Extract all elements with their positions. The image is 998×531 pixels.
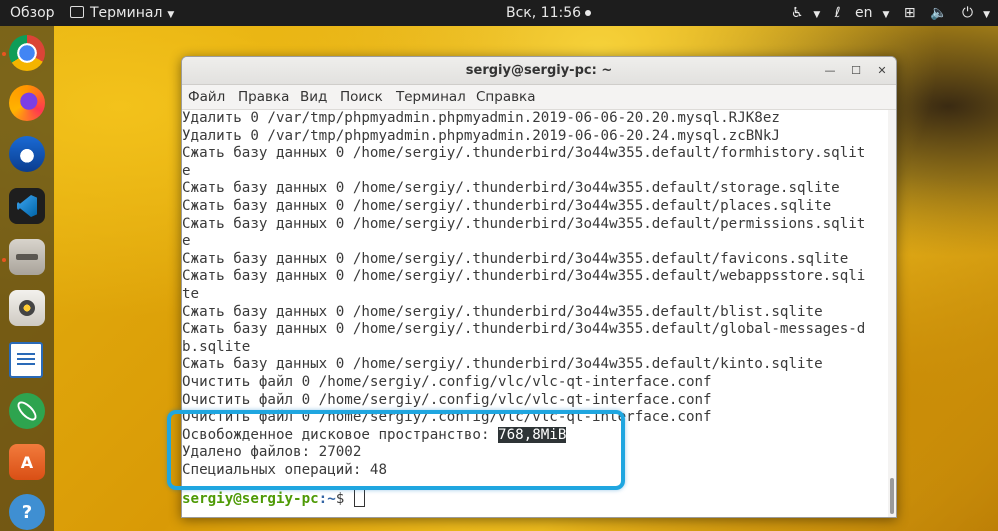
dock: ?	[0, 26, 54, 531]
power-icon[interactable]: ⏻	[962, 5, 973, 21]
menu-file[interactable]: Файл	[188, 85, 225, 109]
keyboard-input-icon[interactable]: ℓ	[835, 5, 841, 21]
terminal-line: Удалить 0 /var/tmp/phpmyadmin.phpmyadmin…	[182, 127, 780, 144]
scrollbar[interactable]	[888, 110, 896, 517]
terminal-line: Сжать базу данных 0 /home/sergiy/.thunde…	[182, 303, 823, 320]
minimize-icon[interactable]: —	[822, 63, 838, 79]
chevron-down-icon: ▼	[983, 10, 990, 20]
app-menu-button[interactable]: Терминал ▼	[70, 0, 174, 26]
terminal-line: b.sqlite	[182, 338, 251, 355]
atom-icon[interactable]	[9, 393, 45, 429]
system-tray: ♿ ▼ ℓ en ▼ ⊞ 🔈 ⏻ ▼	[781, 0, 990, 26]
volume-icon[interactable]: 🔈	[930, 5, 947, 21]
chevron-down-icon: ▼	[882, 10, 890, 20]
menu-search[interactable]: Поиск	[340, 85, 383, 109]
notification-dot-icon	[585, 10, 592, 16]
scrollbar-thumb[interactable]	[890, 478, 894, 514]
terminal-line: e	[182, 162, 191, 179]
terminal-line: Сжать базу данных 0 /home/sergiy/.thunde…	[182, 250, 849, 267]
thunderbird-icon[interactable]	[9, 136, 45, 172]
network-icon[interactable]: ⊞	[904, 5, 916, 21]
terminal-line: Сжать базу данных 0 /home/sergiy/.thunde…	[182, 180, 840, 197]
highlight-annotation-box	[167, 410, 625, 490]
terminal-line: e	[182, 233, 191, 250]
chevron-down-icon: ▼	[813, 10, 821, 20]
terminal-line: Удалить 0 /var/tmp/phpmyadmin.phpmyadmin…	[182, 110, 780, 126]
terminal-app-icon	[70, 6, 84, 18]
clock-button[interactable]: Вск, 11:56	[506, 0, 592, 26]
clock-label: Вск, 11:56	[506, 5, 582, 21]
activities-button[interactable]: Обзор	[10, 0, 55, 26]
rhythmbox-icon[interactable]	[9, 290, 45, 326]
menu-terminal[interactable]: Терминал	[396, 85, 466, 109]
app-menu-label: Терминал	[90, 5, 163, 21]
terminal-line: Сжать базу данных 0 /home/sergiy/.thunde…	[182, 145, 866, 162]
accessibility-icon[interactable]: ♿	[791, 5, 804, 21]
running-indicator	[2, 52, 6, 56]
vscode-icon[interactable]	[9, 188, 45, 224]
chevron-down-icon: ▼	[167, 10, 175, 20]
running-indicator	[2, 258, 6, 262]
help-icon[interactable]: ?	[9, 494, 45, 530]
menu-edit[interactable]: Правка	[238, 85, 289, 109]
terminal-line: Очистить файл 0 /home/sergiy/.config/vlc…	[182, 374, 712, 390]
terminal-line: te	[182, 286, 200, 302]
prompt-line[interactable]: sergiy@sergiy-pc:~$	[182, 488, 365, 507]
title-bar[interactable]: sergiy@sergiy-pc: ~ — ☐ ✕	[182, 57, 896, 85]
terminal-line: Сжать базу данных 0 /home/sergiy/.thunde…	[182, 356, 823, 373]
text-cursor	[353, 488, 365, 507]
terminal-line: Сжать базу данных 0 /home/sergiy/.thunde…	[182, 321, 866, 338]
terminal-line: Сжать базу данных 0 /home/sergiy/.thunde…	[182, 268, 866, 285]
menu-help[interactable]: Справка	[476, 85, 535, 109]
software-center-icon[interactable]	[9, 444, 45, 480]
terminal-line: Сжать базу данных 0 /home/sergiy/.thunde…	[182, 215, 866, 232]
terminal-line: Сжать базу данных 0 /home/sergiy/.thunde…	[182, 198, 832, 214]
top-panel: Обзор Терминал ▼ Вск, 11:56 ♿ ▼ ℓ en ▼ ⊞ 🔈 …	[0, 0, 998, 26]
files-icon[interactable]	[9, 239, 45, 275]
libreoffice-writer-icon[interactable]	[9, 342, 43, 378]
prompt-user: sergiy@sergiy-pc	[182, 491, 319, 507]
maximize-icon[interactable]: ☐	[848, 63, 864, 79]
close-icon[interactable]: ✕	[874, 63, 890, 79]
prompt-symbol: $	[335, 491, 353, 507]
prompt-path: :~	[318, 491, 336, 507]
chrome-icon[interactable]	[9, 35, 45, 71]
window-title: sergiy@sergiy-pc: ~	[465, 63, 613, 78]
firefox-icon[interactable]	[9, 85, 45, 121]
menu-bar: Файл Правка Вид Поиск Терминал Справка	[182, 85, 896, 110]
language-indicator[interactable]: en	[855, 5, 873, 21]
menu-view[interactable]: Вид	[300, 85, 327, 109]
terminal-line: Очистить файл 0 /home/sergiy/.config/vlc…	[182, 391, 712, 408]
